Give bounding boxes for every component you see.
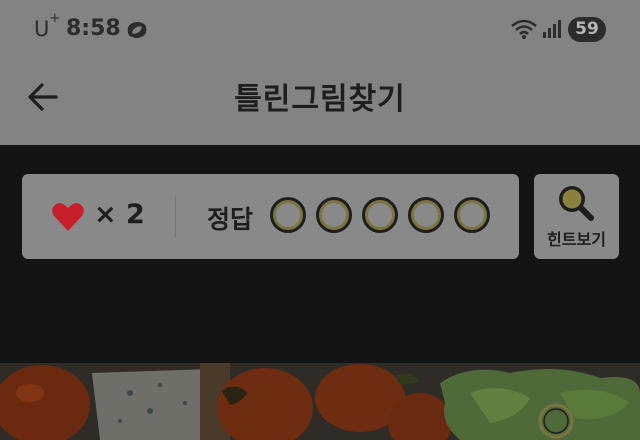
app-screen: U+ 8:58 59 틀린그림찾기 × 2 정답 힌트보기 [0, 0, 640, 440]
answer-slot [270, 197, 306, 233]
battery-indicator: 59 [568, 17, 606, 42]
answer-slot [454, 197, 490, 233]
answer-slot [408, 197, 444, 233]
game-panel: × 2 정답 힌트보기 [0, 145, 640, 363]
hint-label: 힌트보기 [547, 230, 606, 249]
page-title: 틀린그림찾기 [234, 82, 406, 117]
hint-button[interactable]: 힌트보기 [534, 174, 619, 259]
app-bar: 틀린그림찾기 [0, 62, 640, 145]
divider [175, 196, 176, 238]
answer-slots [270, 197, 490, 233]
puzzle-image[interactable] [0, 363, 640, 440]
swirl-icon [127, 21, 147, 39]
magnifier-icon [559, 186, 594, 221]
wifi-icon [511, 19, 537, 39]
status-bar: U+ 8:58 59 [0, 0, 640, 62]
signal-icon [543, 20, 561, 38]
carrier-label: U+ [34, 11, 61, 41]
answer-slot [316, 197, 352, 233]
score-card: × 2 정답 [22, 174, 519, 259]
lives-count: × 2 [94, 199, 145, 230]
answer-slot [362, 197, 398, 233]
answer-label: 정답 [207, 205, 254, 234]
heart-icon [52, 203, 84, 231]
clock: 8:58 [66, 16, 121, 41]
